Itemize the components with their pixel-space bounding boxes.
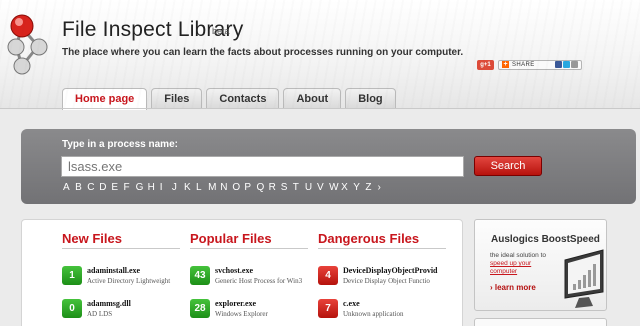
share-button[interactable]: + SHARE [498,59,582,70]
search-button[interactable]: Search [474,156,542,176]
alphabet-letter-link[interactable]: A [63,182,75,193]
alphabet-letter-link[interactable]: V [317,182,329,193]
file-name[interactable]: explorer.exe [215,299,327,309]
site-header: File Inspect Library beta The place wher… [0,0,640,110]
ad-speed-up-link[interactable]: speed up your computer [490,260,531,275]
alphabet-letter-link[interactable]: R [269,182,281,193]
alphabet-letter-link[interactable]: K [184,182,196,193]
alphabet-letter-link[interactable]: J [172,182,184,193]
alphabet-letter-link[interactable]: S [281,182,293,193]
search-panel: Type in a process name: Search ABCDEFGHI… [21,129,636,204]
alphabet-letter-link[interactable]: C [87,182,99,193]
alphabet-letter-link[interactable]: Y [353,182,365,193]
share-bar: g+1 + SHARE [477,59,582,70]
file-name[interactable]: c.exe [343,299,455,309]
alphabet-letter-link[interactable]: L [196,182,208,193]
file-description: Unknown application [343,310,404,318]
ad-boostspeed[interactable]: Auslogics BoostSpeed the ideal solution … [474,219,607,311]
count-badge: 43 [190,266,210,285]
popular-files-title[interactable]: Popular Files [190,231,272,246]
alphabet-letter-link[interactable]: O [232,182,244,193]
file-name[interactable]: adammsg.dll [87,299,199,309]
count-badge: 28 [190,299,210,318]
alphabet-letter-link[interactable]: E [111,182,123,193]
file-name[interactable]: DeviceDisplayObjectProvid [343,266,455,276]
learn-more-link[interactable]: › learn more [490,283,536,292]
twitter-icon[interactable] [563,61,570,68]
popular-files-rule [190,248,308,249]
secondary-ad-box [474,318,607,326]
alphabet-letter-link[interactable]: M [208,182,220,193]
search-label: Type in a process name: [62,139,178,150]
alphabet-letter-link[interactable]: G [136,182,148,193]
new-files-title[interactable]: New Files [62,231,122,246]
alphabet-index: A B C D E F G H I J K L M N O P Q R S T U V W X Y Z › [63,182,390,193]
tab-home[interactable]: Home page [62,88,148,110]
alphabet-letter-link[interactable]: N [220,182,232,193]
list-item[interactable]: 0 adammsg.dll AD LDS [62,299,199,321]
alphabet-letter-link[interactable]: T [293,182,305,193]
file-name[interactable]: svchost.exe [215,266,327,276]
share-label: SHARE [512,61,535,68]
file-lists-card: New Files Popular Files Dangerous Files … [21,219,463,326]
alphabet-letter-link[interactable]: Q [257,182,269,193]
list-item[interactable]: 28 explorer.exe Windows Explorer [190,299,327,321]
facebook-icon[interactable] [555,61,562,68]
tab-contacts[interactable]: Contacts [206,88,280,109]
alphabet-letter-link[interactable]: H [148,182,160,193]
beta-label: beta [212,26,230,36]
count-badge: 1 [62,266,82,285]
tab-about[interactable]: About [283,88,342,109]
monitor-icon [564,249,604,308]
file-description: Generic Host Process for Win3 [215,277,303,285]
ad-description-text: the ideal solution to [490,252,547,259]
file-description: Windows Explorer [215,310,268,318]
ad-title[interactable]: Auslogics BoostSpeed [491,234,600,245]
alphabet-letter-link[interactable]: W [329,182,341,193]
alphabet-letter-link[interactable]: Z [365,182,377,193]
list-item[interactable]: 1 adaminstall.exe Active Directory Light… [62,266,199,288]
main-nav-tabs: Home page Files Contacts About Blog [62,88,396,110]
alphabet-letter-link[interactable]: P [244,182,256,193]
share-plus-icon: + [502,61,509,68]
search-input[interactable] [61,156,464,177]
file-name[interactable]: adaminstall.exe [87,266,199,276]
ad-description: the ideal solution to speed up your comp… [490,252,554,276]
list-item[interactable]: 43 svchost.exe Generic Host Process for … [190,266,327,288]
email-icon[interactable] [571,61,578,68]
file-description: AD LDS [87,310,113,318]
dangerous-files-rule [318,248,446,249]
alphabet-letter-link[interactable]: X [341,182,353,193]
tab-blog[interactable]: Blog [345,88,396,109]
alphabet-letter-link[interactable]: › [377,182,389,193]
tagline: The place where you can learn the facts … [62,47,464,58]
logo-icon[interactable] [2,6,54,76]
alphabet-letter-link[interactable]: F [123,182,135,193]
alphabet-letter-link[interactable]: I [160,182,172,193]
alphabet-letter-link[interactable]: B [75,182,87,193]
dangerous-files-title[interactable]: Dangerous Files [318,231,419,246]
google-plus-button[interactable]: g+1 [477,59,494,70]
file-description: Device Display Object Functio [343,277,430,285]
count-badge: 0 [62,299,82,318]
count-badge: 7 [318,299,338,318]
alphabet-letter-link[interactable]: D [99,182,111,193]
share-services [555,61,578,68]
tab-files[interactable]: Files [151,88,203,109]
tab-divider [0,108,640,109]
file-description: Active Directory Lightweight [87,277,171,285]
new-files-rule [62,248,180,249]
alphabet-letter-link[interactable]: U [305,182,317,193]
count-badge: 4 [318,266,338,285]
list-item[interactable]: 7 c.exe Unknown application [318,299,455,321]
list-item[interactable]: 4 DeviceDisplayObjectProvid Device Displ… [318,266,455,288]
